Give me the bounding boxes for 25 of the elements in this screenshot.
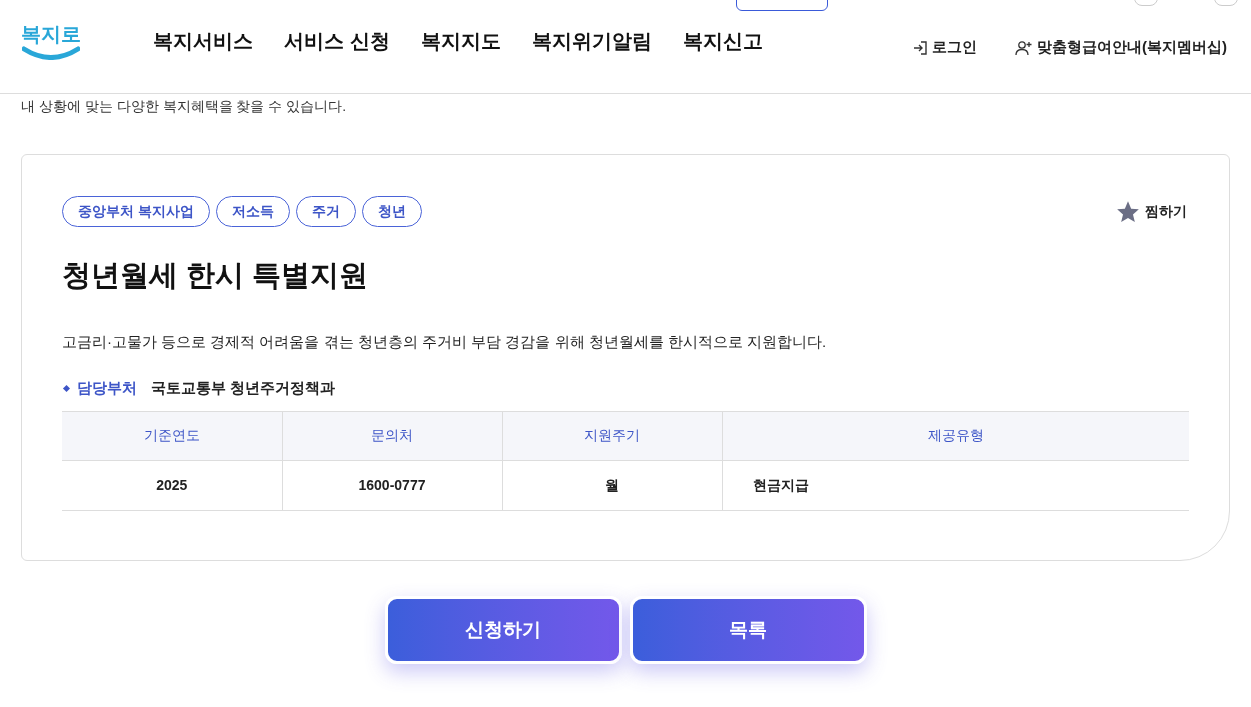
favorite-button[interactable]: 찜하기 xyxy=(1115,198,1187,225)
nav-link[interactable]: 복지위기알림 xyxy=(531,25,652,56)
login-icon xyxy=(912,39,928,56)
column-header: 문의처 xyxy=(282,411,502,460)
column-header: 지원주기 xyxy=(502,411,722,460)
nav-link[interactable]: 복지서비스 xyxy=(153,25,253,56)
membership-link[interactable]: 맞춤형급여안내(복지멤버십) xyxy=(1015,36,1227,59)
nav-link[interactable]: 복지지도 xyxy=(420,25,501,56)
column-header: 기준연도 xyxy=(62,411,282,460)
department-label: 담당부처 xyxy=(77,378,137,398)
service-title: 청년월세 한시 특별지원 xyxy=(62,258,370,293)
table-cell: 현금지급 xyxy=(722,460,1189,510)
department-value: 국토교통부 청년주거정책과 xyxy=(151,378,336,398)
bullet-icon xyxy=(62,384,71,392)
login-link[interactable]: 로그인 xyxy=(912,36,977,59)
table-cell: 월 xyxy=(502,460,722,510)
table-cell: 1600-0777 xyxy=(282,460,502,510)
nav-link[interactable]: 서비스 신청 xyxy=(284,25,390,56)
person-add-icon xyxy=(1015,39,1033,56)
column-header: 제공유형 xyxy=(722,411,1189,460)
logo-swoosh-icon xyxy=(22,45,80,60)
intro-text: 내 상황에 맞는 다양한 복지혜택을 찾을 수 있습니다. xyxy=(21,97,347,116)
service-description: 고금리·고물가 등으로 경제적 어려움을 겪는 청년층의 주거비 부담 경감을 위해 청년월세를 한시적으로 지원합니다. xyxy=(62,331,828,352)
nav-link[interactable]: 복지신고 xyxy=(682,25,763,56)
table-cell: 2025 xyxy=(62,460,282,510)
